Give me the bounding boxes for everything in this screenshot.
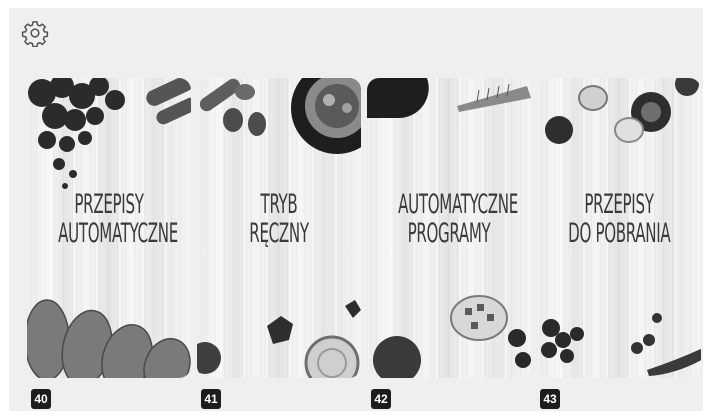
tile-title-line2: AUTOMATYCZNE: [58, 218, 178, 249]
menu-tiles: PRZEPISY AUTOMATYCZNE TRYB RĘCZNY AUTOMA…: [27, 78, 703, 378]
page-number-badge: 43: [540, 389, 560, 409]
tile-downloadable-recipes[interactable]: PRZEPISY DO POBRANIA: [537, 78, 701, 378]
page-number-badge: 42: [371, 389, 391, 409]
tile-title-line2: RĘCZNY: [249, 218, 309, 249]
gear-icon[interactable]: [21, 19, 49, 47]
page-number-badge: 40: [31, 389, 51, 409]
app-screen: PRZEPISY AUTOMATYCZNE TRYB RĘCZNY AUTOMA…: [9, 8, 703, 411]
tile-title-line2: DO POBRANIA: [568, 218, 671, 249]
tile-title: PRZEPISY DO POBRANIA: [537, 190, 701, 248]
tile-title-line1: PRZEPISY: [74, 189, 144, 220]
tile-automatic-programs[interactable]: AUTOMATYCZNE PROGRAMY: [367, 78, 531, 378]
tile-title: AUTOMATYCZNE PROGRAMY: [367, 190, 531, 248]
tile-manual-mode[interactable]: TRYB RĘCZNY: [197, 78, 361, 378]
tile-title: TRYB RĘCZNY: [197, 190, 361, 248]
tile-title-line1: AUTOMATYCZNE: [398, 189, 518, 220]
tile-automatic-recipes[interactable]: PRZEPISY AUTOMATYCZNE: [27, 78, 191, 378]
tile-title-line1: TRYB: [260, 189, 298, 220]
tile-title: PRZEPISY AUTOMATYCZNE: [27, 190, 191, 248]
page-number-badge: 41: [201, 389, 221, 409]
tile-title-line1: PRZEPISY: [584, 189, 654, 220]
tile-title-line2: PROGRAMY: [407, 218, 491, 249]
